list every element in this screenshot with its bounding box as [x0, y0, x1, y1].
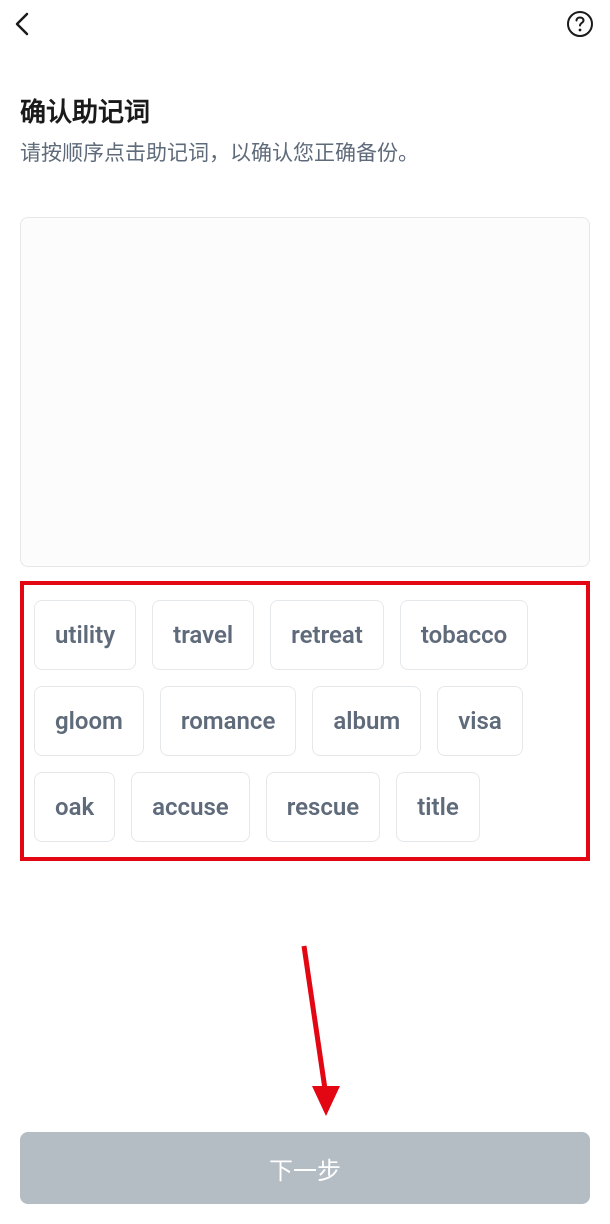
word-chip[interactable]: oak	[34, 772, 115, 842]
word-chip[interactable]: tobacco	[400, 600, 528, 670]
word-chip[interactable]: album	[312, 686, 421, 756]
word-pool: utility travel retreat tobacco gloom rom…	[34, 600, 576, 842]
word-chip[interactable]: utility	[34, 600, 136, 670]
word-chip[interactable]: title	[396, 772, 480, 842]
word-chip[interactable]: retreat	[270, 600, 384, 670]
content-area: 确认助记词 请按顺序点击助记词，以确认您正确备份。 utility travel…	[0, 52, 610, 861]
help-icon[interactable]	[566, 10, 602, 42]
word-chip[interactable]: gloom	[34, 686, 144, 756]
word-chip[interactable]: rescue	[266, 772, 381, 842]
word-chip[interactable]: travel	[152, 600, 254, 670]
word-chip[interactable]: romance	[160, 686, 296, 756]
next-button[interactable]: 下一步	[20, 1132, 590, 1204]
annotation-arrow-icon	[290, 936, 350, 1126]
annotation-highlight-box: utility travel retreat tobacco gloom rom…	[20, 581, 590, 861]
selected-words-area[interactable]	[20, 217, 590, 567]
header-bar	[0, 0, 610, 52]
word-chip[interactable]: accuse	[131, 772, 250, 842]
page-subtitle: 请按顺序点击助记词，以确认您正确备份。	[20, 139, 590, 171]
back-icon[interactable]	[8, 6, 38, 46]
word-chip[interactable]: visa	[437, 686, 523, 756]
page-title: 确认助记词	[20, 92, 590, 129]
